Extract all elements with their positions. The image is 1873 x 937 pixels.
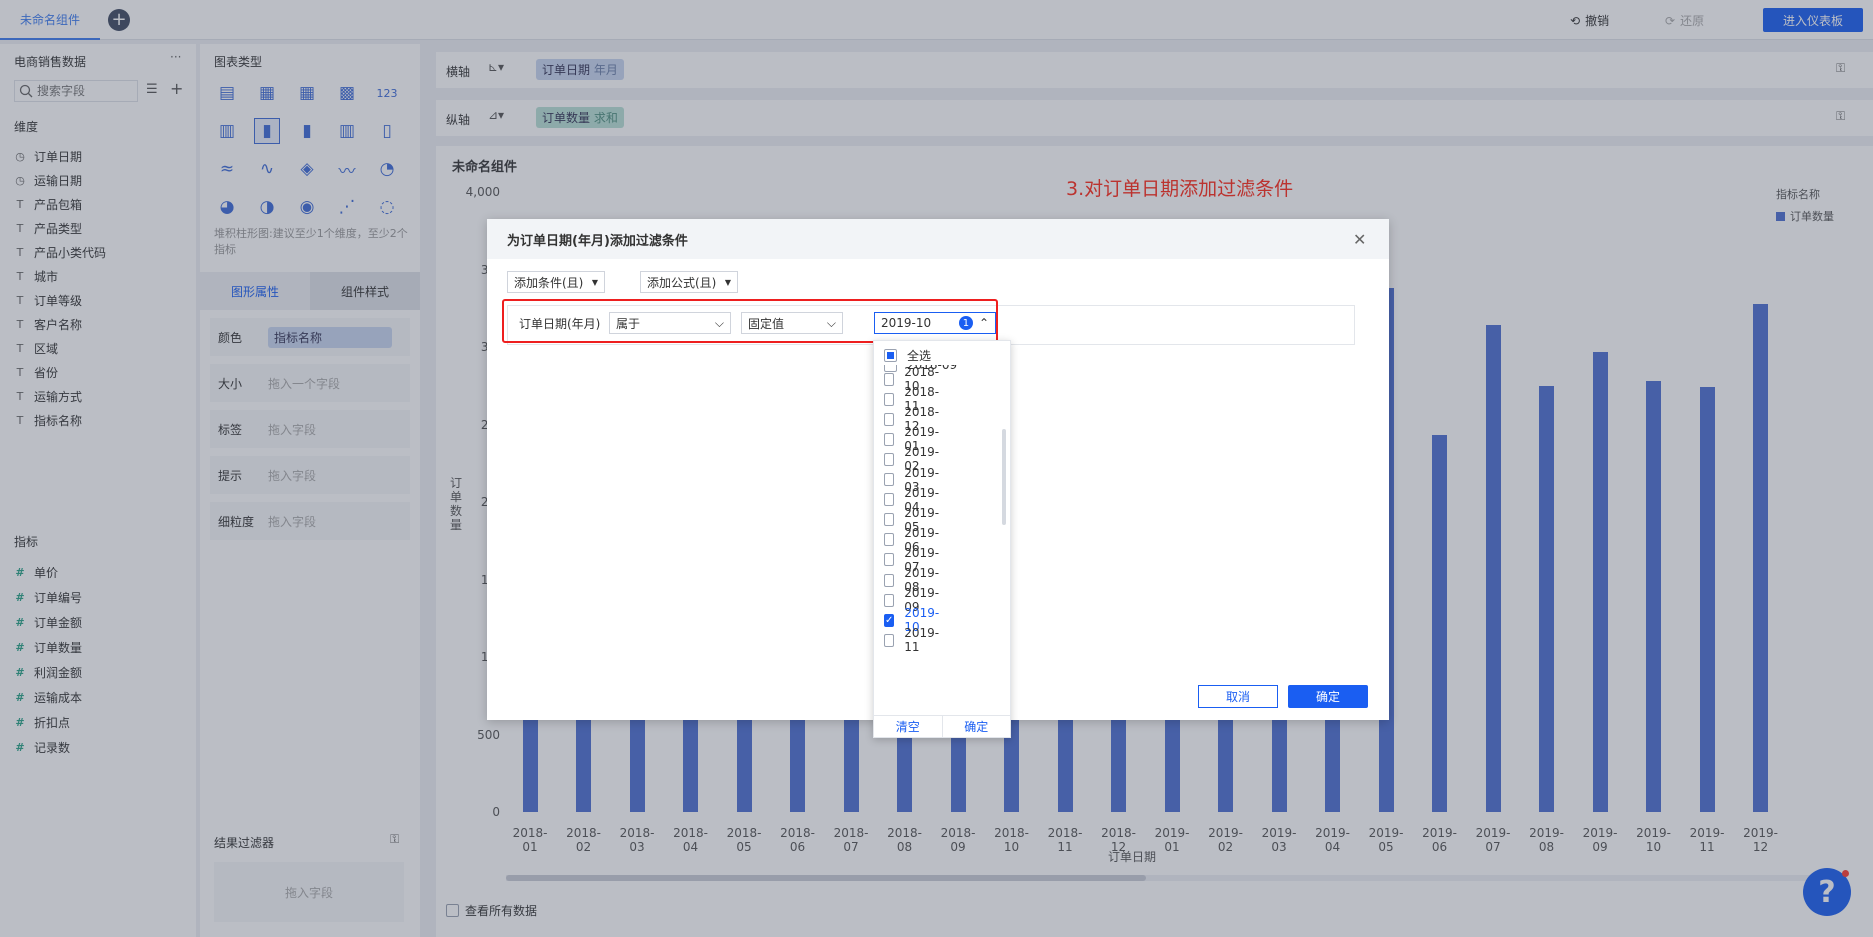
operator-value: 属于	[616, 316, 641, 331]
dialog-title: 为订单日期(年月)添加过滤条件	[507, 233, 688, 249]
option-checkbox[interactable]	[884, 633, 895, 647]
chevron-up-icon: ⌃	[978, 316, 989, 330]
clear-button[interactable]: 清空	[874, 716, 943, 737]
dropdown-footer: 清空 确定	[874, 715, 1010, 737]
value-select[interactable]: 2019-10 1 ⌃	[874, 312, 996, 334]
cancel-label: 取消	[1225, 690, 1250, 704]
dropdown-ok-label: 确定	[964, 720, 989, 734]
option-checkbox[interactable]	[884, 432, 895, 446]
confirm-button[interactable]: 确定	[1288, 685, 1368, 708]
add-formula-label: 添加公式(且)	[647, 275, 717, 290]
dialog-header: 为订单日期(年月)添加过滤条件	[487, 219, 1389, 259]
add-condition-button[interactable]: 添加条件(且) ▼	[507, 271, 605, 293]
close-icon[interactable]: ✕	[1353, 230, 1366, 249]
option-checkbox[interactable]	[884, 412, 895, 426]
confirm-label: 确定	[1315, 690, 1340, 704]
mode-select[interactable]: 固定值 ⌵	[741, 312, 843, 334]
option-checkbox[interactable]	[884, 573, 895, 587]
dropdown-scrollbar[interactable]	[1002, 429, 1006, 525]
operator-select[interactable]: 属于 ⌵	[609, 312, 731, 334]
add-formula-button[interactable]: 添加公式(且) ▼	[640, 271, 738, 293]
option-checkbox[interactable]	[884, 473, 895, 486]
select-all-option[interactable]: 全选	[884, 345, 931, 365]
select-all-checkbox[interactable]	[884, 348, 897, 362]
caret-down-icon: ▼	[591, 277, 598, 287]
condition-field: 订单日期(年月)	[519, 317, 601, 331]
value-dropdown: 全选 2018-09 2018-10 2018-11 2018-12 2019-01 2…	[873, 340, 1011, 738]
mode-value: 固定值	[748, 316, 785, 331]
add-condition-label: 添加条件(且)	[514, 275, 584, 290]
dropdown-ok-button[interactable]: 确定	[943, 716, 1011, 737]
option-label: 2019-11	[904, 626, 940, 655]
value-text: 2019-10	[881, 316, 932, 330]
select-all-label: 全选	[907, 348, 932, 363]
option-checkbox[interactable]	[884, 553, 895, 567]
clear-label: 清空	[895, 720, 920, 734]
chevron-down-icon: ⌵	[826, 315, 836, 330]
option-checkbox[interactable]: ✓	[884, 613, 895, 627]
option-checkbox[interactable]	[884, 533, 895, 547]
option-checkbox[interactable]	[884, 513, 895, 527]
caret-down-icon: ▼	[724, 277, 731, 287]
option-checkbox[interactable]	[884, 372, 895, 386]
chevron-down-icon: ⌵	[714, 315, 724, 330]
option-checkbox[interactable]	[884, 452, 895, 466]
option-checkbox[interactable]	[884, 392, 895, 406]
selected-count-badge: 1	[958, 316, 973, 330]
option-checkbox[interactable]	[884, 593, 895, 607]
dropdown-option[interactable]: 2019-11	[884, 626, 942, 654]
option-checkbox[interactable]	[884, 493, 895, 507]
cancel-button[interactable]: 取消	[1198, 685, 1278, 708]
